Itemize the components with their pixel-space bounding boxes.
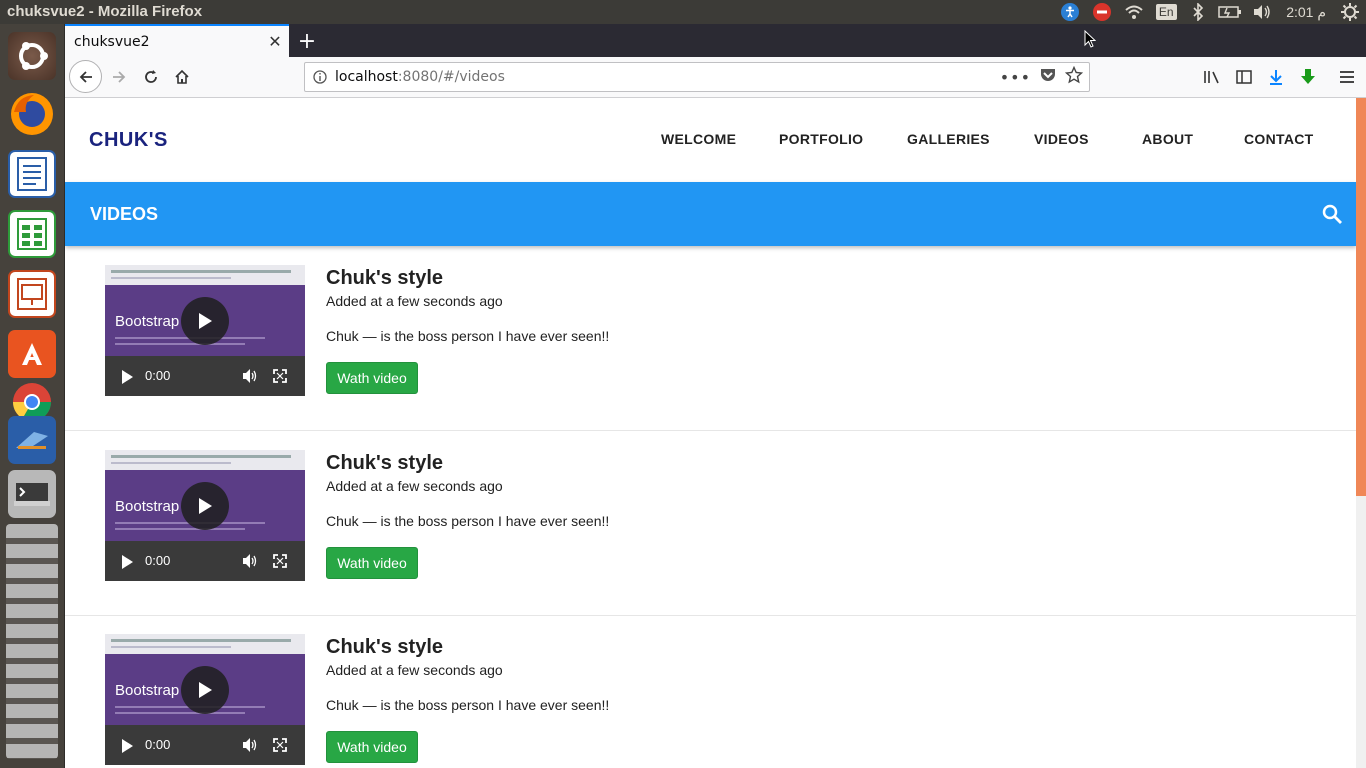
os-top-panel: chuksvue2 - Mozilla Firefox En 2:01 م — [0, 0, 1366, 24]
downloads-icon[interactable] — [1262, 63, 1290, 91]
toolbar-title: VIDEOS — [90, 204, 159, 224]
video-player[interactable]: Bootstrap 0:00 — [105, 450, 305, 581]
list-item: Bootstrap 0:00 Chuk's style Added at a f… — [65, 432, 1356, 616]
bluetooth-icon[interactable] — [1182, 0, 1214, 24]
download-arrow-extension-icon[interactable] — [1294, 63, 1322, 91]
ubuntu-dash-icon[interactable] — [8, 32, 56, 80]
fullscreen-icon[interactable] — [273, 737, 287, 756]
search-icon[interactable] — [1320, 202, 1344, 226]
library-icon[interactable] — [1198, 63, 1226, 91]
play-icon[interactable] — [121, 369, 133, 388]
site-brand[interactable]: CHUK'S — [89, 129, 168, 152]
url-text[interactable]: localhost:8080/#/videos — [335, 69, 1000, 85]
watch-video-button[interactable]: Wath video — [326, 362, 418, 394]
thumbnail-text: Bootstrap — [115, 682, 180, 699]
fullscreen-icon[interactable] — [273, 368, 287, 387]
video-time: 0:00 — [145, 368, 171, 383]
nav-portfolio[interactable]: PORTFOLIO — [779, 131, 863, 147]
software-center-icon[interactable] — [8, 330, 56, 378]
tab-title: chuksvue2 — [74, 33, 150, 50]
mouse-cursor-icon — [1084, 30, 1096, 48]
accessibility-icon[interactable] — [1054, 0, 1086, 24]
fullscreen-icon[interactable] — [273, 553, 287, 572]
play-icon[interactable] — [121, 554, 133, 573]
keyboard-layout-indicator[interactable]: En — [1150, 0, 1182, 24]
page-scrollbar[interactable] — [1356, 98, 1366, 768]
video-added: Added at a few seconds ago — [326, 478, 503, 494]
video-player[interactable]: Bootstrap 0:00 — [105, 265, 305, 396]
watch-video-button[interactable]: Wath video — [326, 731, 418, 763]
sidebar-icon[interactable] — [1230, 63, 1258, 91]
battery-icon[interactable] — [1214, 0, 1246, 24]
volume-icon[interactable] — [242, 368, 258, 387]
launcher-stack — [6, 524, 58, 759]
settings-gear-icon[interactable] — [1334, 0, 1366, 24]
videos-toolbar: VIDEOS — [65, 182, 1356, 246]
app-icon[interactable] — [8, 416, 56, 464]
tab-chuksvue2[interactable]: chuksvue2 ✕ — [65, 24, 289, 57]
site-header: CHUK'S WELCOME PORTFOLIO GALLERIES VIDEO… — [65, 98, 1356, 182]
new-tab-icon[interactable]: + — [293, 27, 321, 55]
site-info-icon[interactable] — [305, 70, 335, 84]
volume-icon[interactable] — [242, 737, 258, 756]
volume-icon[interactable] — [1246, 0, 1278, 24]
play-icon[interactable] — [121, 738, 133, 757]
video-controls: 0:00 — [105, 725, 305, 765]
browser-navigation-bar: localhost:8080/#/videos ••• — [65, 57, 1366, 98]
menu-icon[interactable] — [1333, 63, 1361, 91]
video-description: Chuk — is the boss person I have ever se… — [326, 513, 610, 529]
nav-contact[interactable]: CONTACT — [1244, 131, 1314, 147]
video-title: Chuk's style — [326, 267, 444, 289]
video-player[interactable]: Bootstrap 0:00 — [105, 634, 305, 765]
nav-galleries[interactable]: GALLERIES — [907, 131, 990, 147]
thumbnail-text: Bootstrap — [115, 498, 180, 515]
nav-videos[interactable]: VIDEOS — [1034, 131, 1089, 147]
browser-tab-bar: chuksvue2 ✕ + — [65, 24, 1366, 57]
clock[interactable]: 2:01 م — [1278, 0, 1334, 24]
video-title: Chuk's style — [326, 452, 444, 474]
video-controls: 0:00 — [105, 541, 305, 581]
close-tab-icon[interactable]: ✕ — [261, 32, 289, 51]
terminal-icon[interactable] — [8, 470, 56, 518]
pocket-icon[interactable] — [1039, 67, 1057, 87]
system-tray: En 2:01 م — [1054, 0, 1366, 24]
back-button[interactable] — [69, 60, 102, 93]
window-title: chuksvue2 - Mozilla Firefox — [7, 3, 203, 20]
video-description: Chuk — is the boss person I have ever se… — [326, 328, 610, 344]
big-play-icon[interactable] — [181, 482, 229, 530]
video-title: Chuk's style — [326, 636, 444, 658]
nav-welcome[interactable]: WELCOME — [661, 131, 736, 147]
list-item: Bootstrap 0:00 Chuk's style Added at a f… — [65, 616, 1356, 768]
nav-about[interactable]: ABOUT — [1142, 131, 1193, 147]
big-play-icon[interactable] — [181, 297, 229, 345]
reload-button[interactable] — [137, 63, 165, 91]
do-not-disturb-icon[interactable] — [1086, 0, 1118, 24]
video-added: Added at a few seconds ago — [326, 662, 503, 678]
impress-icon[interactable] — [8, 270, 56, 318]
firefox-icon[interactable] — [8, 90, 56, 138]
web-page: CHUK'S WELCOME PORTFOLIO GALLERIES VIDEO… — [65, 98, 1356, 768]
volume-icon[interactable] — [242, 553, 258, 572]
watch-video-button[interactable]: Wath video — [326, 547, 418, 579]
video-description: Chuk — is the boss person I have ever se… — [326, 697, 610, 713]
writer-icon[interactable] — [8, 150, 56, 198]
video-time: 0:00 — [145, 553, 171, 568]
video-added: Added at a few seconds ago — [326, 293, 503, 309]
unity-launcher — [0, 24, 65, 768]
video-controls: 0:00 — [105, 356, 305, 396]
url-bar[interactable]: localhost:8080/#/videos ••• — [304, 62, 1090, 92]
scrollbar-thumb[interactable] — [1356, 98, 1366, 496]
video-time: 0:00 — [145, 737, 171, 752]
big-play-icon[interactable] — [181, 666, 229, 714]
wifi-icon[interactable] — [1118, 0, 1150, 24]
thumbnail-text: Bootstrap — [115, 313, 180, 330]
calc-icon[interactable] — [8, 210, 56, 258]
bookmark-star-icon[interactable] — [1064, 65, 1084, 88]
home-button[interactable] — [168, 63, 196, 91]
page-actions-icon[interactable]: ••• — [1000, 68, 1031, 87]
forward-button[interactable] — [105, 63, 133, 91]
list-item: Bootstrap 0:00 Chuk's style Added at a f… — [65, 247, 1356, 431]
